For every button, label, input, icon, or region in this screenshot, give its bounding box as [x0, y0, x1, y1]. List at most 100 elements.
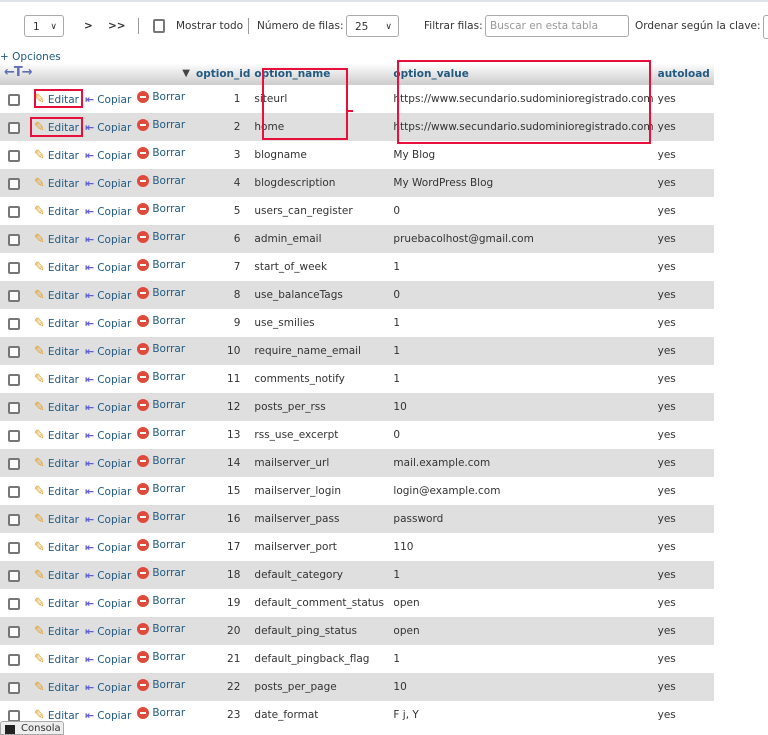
delete-button[interactable]: Borrar	[137, 679, 185, 691]
delete-button[interactable]: Borrar	[137, 343, 185, 355]
cell-option-name[interactable]: default_pingback_flag	[252, 645, 392, 673]
edit-button[interactable]: ✎ Editar	[34, 428, 79, 443]
options-link[interactable]: + Opciones	[0, 51, 61, 63]
cell-autoload[interactable]: yes	[655, 589, 714, 617]
cell-autoload[interactable]: yes	[655, 85, 714, 113]
column-header-autoload[interactable]: autoload	[655, 63, 714, 85]
cell-autoload[interactable]: yes	[655, 365, 714, 393]
cell-option-name[interactable]: use_balanceTags	[252, 281, 392, 309]
copy-button[interactable]: ⇤ Copiar	[85, 93, 131, 106]
cell-option-value[interactable]: 1	[391, 365, 656, 393]
next-button[interactable]: >	[84, 15, 93, 37]
page-select[interactable]: 1 ∨	[24, 15, 64, 37]
cell-option-value[interactable]: pruebacolhost@gmail.com	[391, 225, 656, 253]
cell-option-value[interactable]: 10	[391, 393, 656, 421]
column-arrows-icon[interactable]: ←T→	[4, 65, 33, 80]
cell-option-name[interactable]: posts_per_rss	[252, 393, 392, 421]
rows-select[interactable]: 25 ∨	[346, 15, 399, 37]
row-checkbox[interactable]	[8, 542, 20, 554]
copy-button[interactable]: ⇤ Copiar	[85, 429, 131, 442]
copy-button[interactable]: ⇤ Copiar	[85, 261, 131, 274]
cell-autoload[interactable]: yes	[655, 701, 714, 729]
copy-button[interactable]: ⇤ Copiar	[85, 149, 131, 162]
edit-button[interactable]: ✎ Editar	[34, 316, 79, 331]
delete-button[interactable]: Borrar	[137, 91, 185, 103]
edit-button[interactable]: ✎ Editar	[34, 596, 79, 611]
copy-button[interactable]: ⇤ Copiar	[85, 121, 131, 134]
copy-button[interactable]: ⇤ Copiar	[85, 457, 131, 470]
edit-button[interactable]: ✎ Editar	[34, 400, 79, 415]
cell-option-name[interactable]: comments_notify	[252, 365, 392, 393]
delete-button[interactable]: Borrar	[137, 315, 185, 327]
cell-autoload[interactable]: yes	[655, 141, 714, 169]
cell-autoload[interactable]: yes	[655, 505, 714, 533]
delete-button[interactable]: Borrar	[137, 539, 185, 551]
copy-button[interactable]: ⇤ Copiar	[85, 653, 131, 666]
row-checkbox[interactable]	[8, 654, 20, 666]
console-button[interactable]: Consola	[0, 721, 64, 735]
edit-button[interactable]: ✎ Editar	[34, 624, 79, 639]
cell-option-value[interactable]: mail.example.com	[391, 449, 656, 477]
cell-option-value[interactable]: open	[391, 589, 656, 617]
copy-button[interactable]: ⇤ Copiar	[85, 345, 131, 358]
cell-option-value[interactable]: My Blog	[391, 141, 656, 169]
delete-button[interactable]: Borrar	[137, 371, 185, 383]
cell-option-name[interactable]: users_can_register	[252, 197, 392, 225]
cell-autoload[interactable]: yes	[655, 113, 714, 141]
edit-button[interactable]: ✎ Editar	[34, 484, 79, 499]
row-checkbox[interactable]	[8, 178, 20, 190]
row-checkbox[interactable]	[8, 346, 20, 358]
copy-button[interactable]: ⇤ Copiar	[85, 373, 131, 386]
cell-autoload[interactable]: yes	[655, 253, 714, 281]
cell-option-name[interactable]: mailserver_url	[252, 449, 392, 477]
delete-button[interactable]: Borrar	[137, 119, 185, 131]
cell-option-name[interactable]: require_name_email	[252, 337, 392, 365]
row-checkbox[interactable]	[8, 374, 20, 386]
copy-button[interactable]: ⇤ Copiar	[85, 597, 131, 610]
row-checkbox[interactable]	[8, 458, 20, 470]
edit-button[interactable]: ✎ Editar	[34, 680, 79, 695]
cell-option-value[interactable]: 1	[391, 309, 656, 337]
copy-button[interactable]: ⇤ Copiar	[85, 177, 131, 190]
cell-option-name[interactable]: rss_use_excerpt	[252, 421, 392, 449]
edit-button[interactable]: ✎ Editar	[34, 288, 79, 303]
edit-button[interactable]: ✎ Editar	[34, 232, 79, 247]
row-checkbox[interactable]	[8, 430, 20, 442]
copy-button[interactable]: ⇤ Copiar	[85, 289, 131, 302]
delete-button[interactable]: Borrar	[137, 483, 185, 495]
delete-button[interactable]: Borrar	[137, 455, 185, 467]
delete-button[interactable]: Borrar	[137, 623, 185, 635]
edit-button[interactable]: ✎ Editar	[34, 512, 79, 527]
row-checkbox[interactable]	[8, 150, 20, 162]
cell-option-value[interactable]: login@example.com	[391, 477, 656, 505]
edit-button[interactable]: ✎ Editar	[34, 652, 79, 667]
delete-button[interactable]: Borrar	[137, 511, 185, 523]
show-all-checkbox[interactable]	[153, 19, 165, 33]
row-checkbox[interactable]	[8, 598, 20, 610]
row-checkbox[interactable]	[8, 570, 20, 582]
cell-option-value[interactable]: password	[391, 505, 656, 533]
cell-autoload[interactable]: yes	[655, 309, 714, 337]
row-checkbox[interactable]	[8, 626, 20, 638]
copy-button[interactable]: ⇤ Copiar	[85, 709, 131, 722]
copy-button[interactable]: ⇤ Copiar	[85, 541, 131, 554]
cell-option-value[interactable]: F j, Y	[391, 701, 656, 729]
cell-autoload[interactable]: yes	[655, 617, 714, 645]
row-checkbox[interactable]	[8, 402, 20, 414]
delete-button[interactable]: Borrar	[137, 203, 185, 215]
edit-button[interactable]: ✎ Editar	[34, 148, 79, 163]
row-checkbox[interactable]	[8, 94, 20, 106]
cell-option-value[interactable]: 0	[391, 197, 656, 225]
cell-autoload[interactable]: yes	[655, 645, 714, 673]
delete-button[interactable]: Borrar	[137, 175, 185, 187]
cell-autoload[interactable]: yes	[655, 169, 714, 197]
copy-button[interactable]: ⇤ Copiar	[85, 401, 131, 414]
cell-option-value[interactable]: 10	[391, 673, 656, 701]
sort-dropdown-icon[interactable]: ▼	[182, 68, 190, 79]
row-checkbox[interactable]	[8, 122, 20, 134]
row-checkbox[interactable]	[8, 514, 20, 526]
cell-option-name[interactable]: default_ping_status	[252, 617, 392, 645]
cell-option-value[interactable]: 1	[391, 561, 656, 589]
delete-button[interactable]: Borrar	[137, 595, 185, 607]
cell-option-value[interactable]: My WordPress Blog	[391, 169, 656, 197]
